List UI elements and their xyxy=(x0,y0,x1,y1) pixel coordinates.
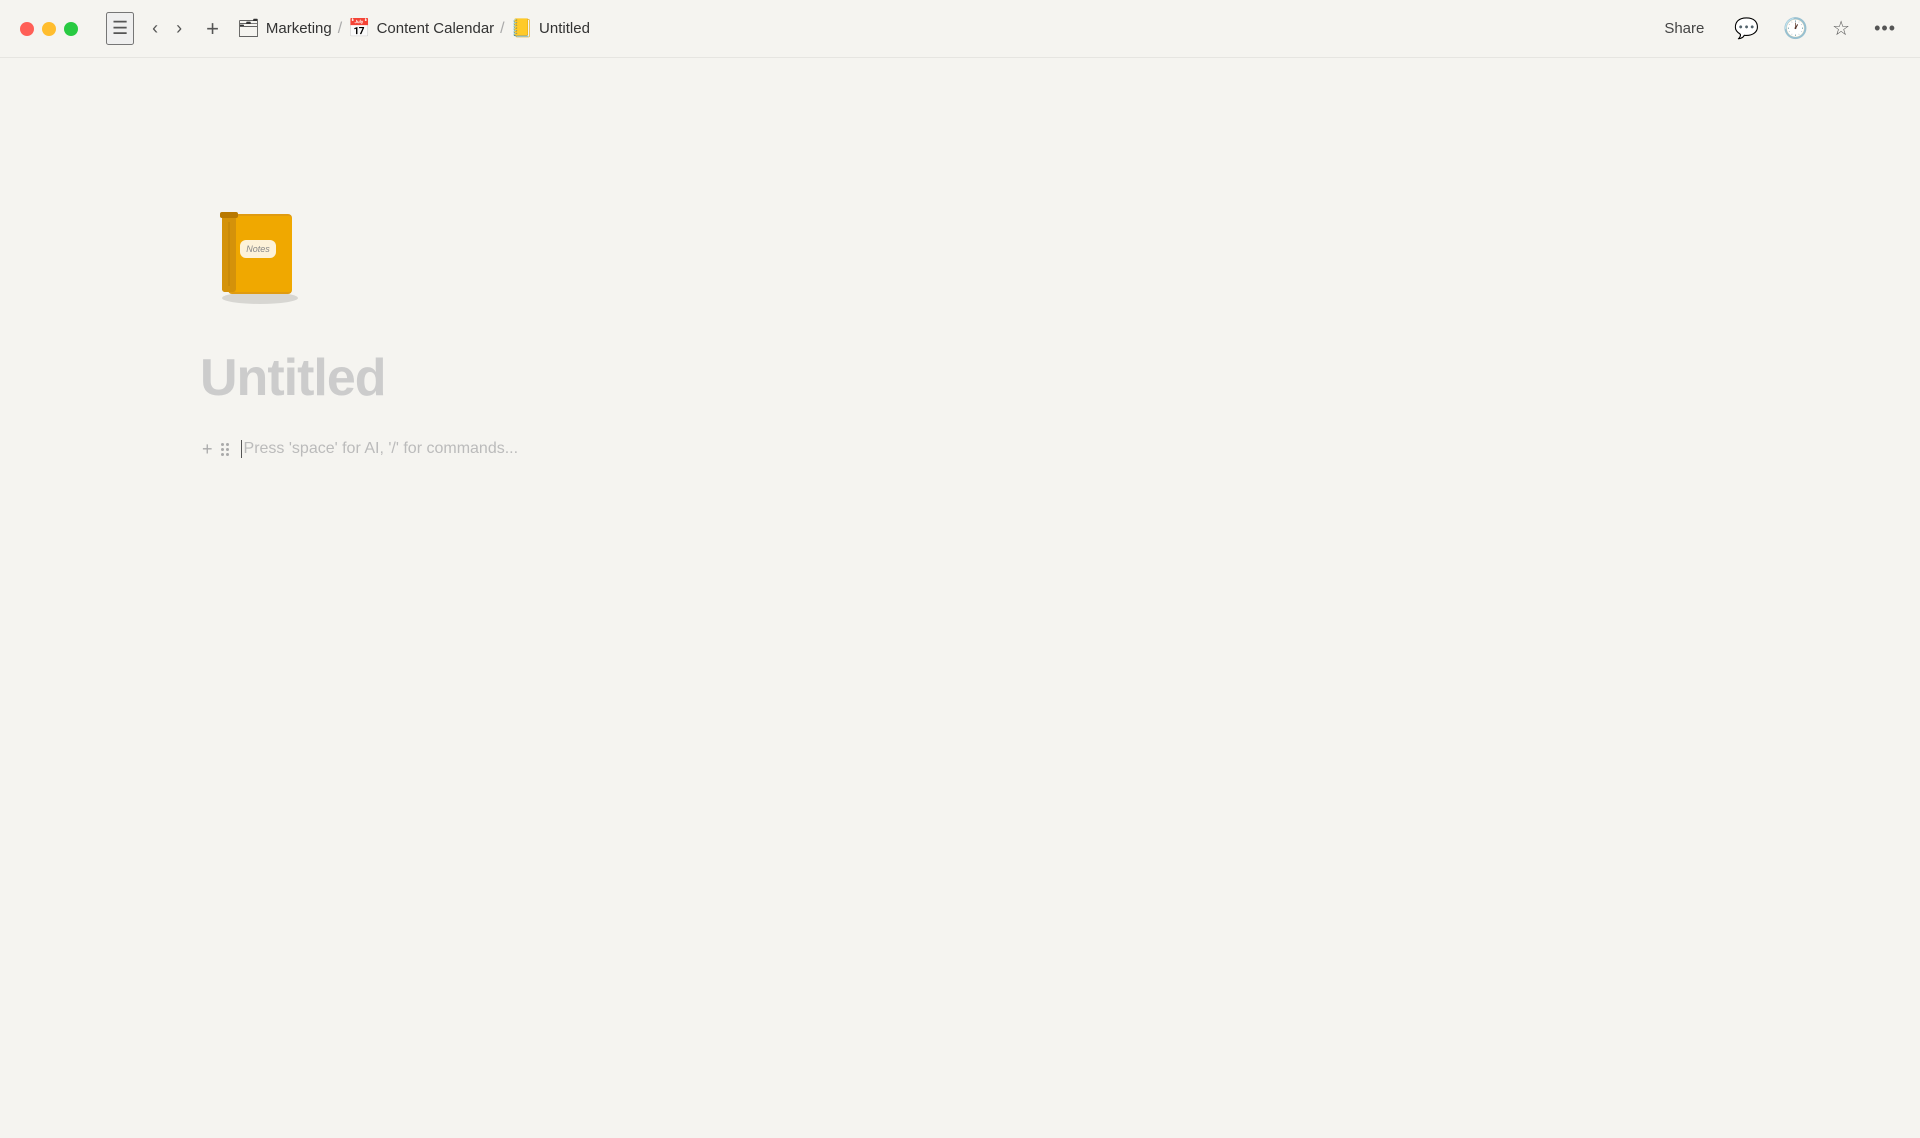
breadcrumb-content-calendar-label: Content Calendar xyxy=(377,20,495,37)
marketing-icon: 🗂 xyxy=(237,18,260,39)
comment-icon: 💬 xyxy=(1734,16,1759,41)
nav-arrows: ‹ › xyxy=(146,16,188,41)
minimize-button[interactable] xyxy=(42,22,56,36)
breadcrumb-item-content-calendar[interactable]: 📅 Content Calendar xyxy=(348,18,494,39)
maximize-button[interactable] xyxy=(64,22,78,36)
breadcrumb-item-untitled[interactable]: 📒 Untitled xyxy=(511,18,590,39)
calendar-icon: 📅 xyxy=(348,18,370,39)
more-icon: ••• xyxy=(1874,18,1896,39)
drag-handle-icon xyxy=(221,443,229,456)
history-button[interactable]: 🕐 xyxy=(1779,12,1812,45)
comments-button[interactable]: 💬 xyxy=(1730,12,1763,45)
content-block[interactable]: + Press 'space' for AI, '/' for commands… xyxy=(200,438,1720,460)
titlebar-left: ☰ ‹ › + 🗂 Marketing / 📅 Content Calendar… xyxy=(20,12,590,45)
breadcrumb-untitled-label: Untitled xyxy=(539,20,590,37)
history-icon: 🕐 xyxy=(1783,16,1808,41)
notebook-svg: Notes xyxy=(200,198,310,308)
sidebar-toggle-icon: ☰ xyxy=(112,18,128,38)
titlebar-right: Share 💬 🕐 ☆ ••• xyxy=(1654,12,1900,45)
sidebar-toggle-button[interactable]: ☰ xyxy=(106,12,134,45)
nav-back-button[interactable]: ‹ xyxy=(146,16,164,41)
share-button[interactable]: Share xyxy=(1654,16,1714,41)
page-content: Notes Untitled + xyxy=(0,58,1920,1080)
breadcrumb: 🗂 Marketing / 📅 Content Calendar / 📒 Unt… xyxy=(237,18,590,39)
more-options-button[interactable]: ••• xyxy=(1870,14,1900,43)
close-button[interactable] xyxy=(20,22,34,36)
breadcrumb-item-marketing[interactable]: 🗂 Marketing xyxy=(237,18,332,39)
notebook-icon: Notes xyxy=(200,198,310,308)
block-drag-button[interactable] xyxy=(219,441,231,458)
favorite-button[interactable]: ☆ xyxy=(1828,12,1854,45)
block-add-button[interactable]: + xyxy=(200,438,215,460)
notebook-breadcrumb-icon: 📒 xyxy=(511,18,533,39)
breadcrumb-sep-1: / xyxy=(338,20,342,38)
traffic-lights xyxy=(20,22,78,36)
block-actions: + xyxy=(200,438,231,460)
page-title[interactable]: Untitled xyxy=(200,348,1720,408)
titlebar: ☰ ‹ › + 🗂 Marketing / 📅 Content Calendar… xyxy=(0,0,1920,58)
nav-forward-button[interactable]: › xyxy=(170,16,188,41)
svg-text:Notes: Notes xyxy=(246,244,270,254)
breadcrumb-sep-2: / xyxy=(500,20,504,38)
star-icon: ☆ xyxy=(1832,16,1850,41)
block-placeholder[interactable]: Press 'space' for AI, '/' for commands..… xyxy=(241,440,519,458)
text-cursor xyxy=(241,440,242,458)
add-button[interactable]: + xyxy=(200,16,225,42)
notebook-icon-wrapper: Notes xyxy=(200,198,1720,308)
breadcrumb-marketing-label: Marketing xyxy=(266,20,332,37)
